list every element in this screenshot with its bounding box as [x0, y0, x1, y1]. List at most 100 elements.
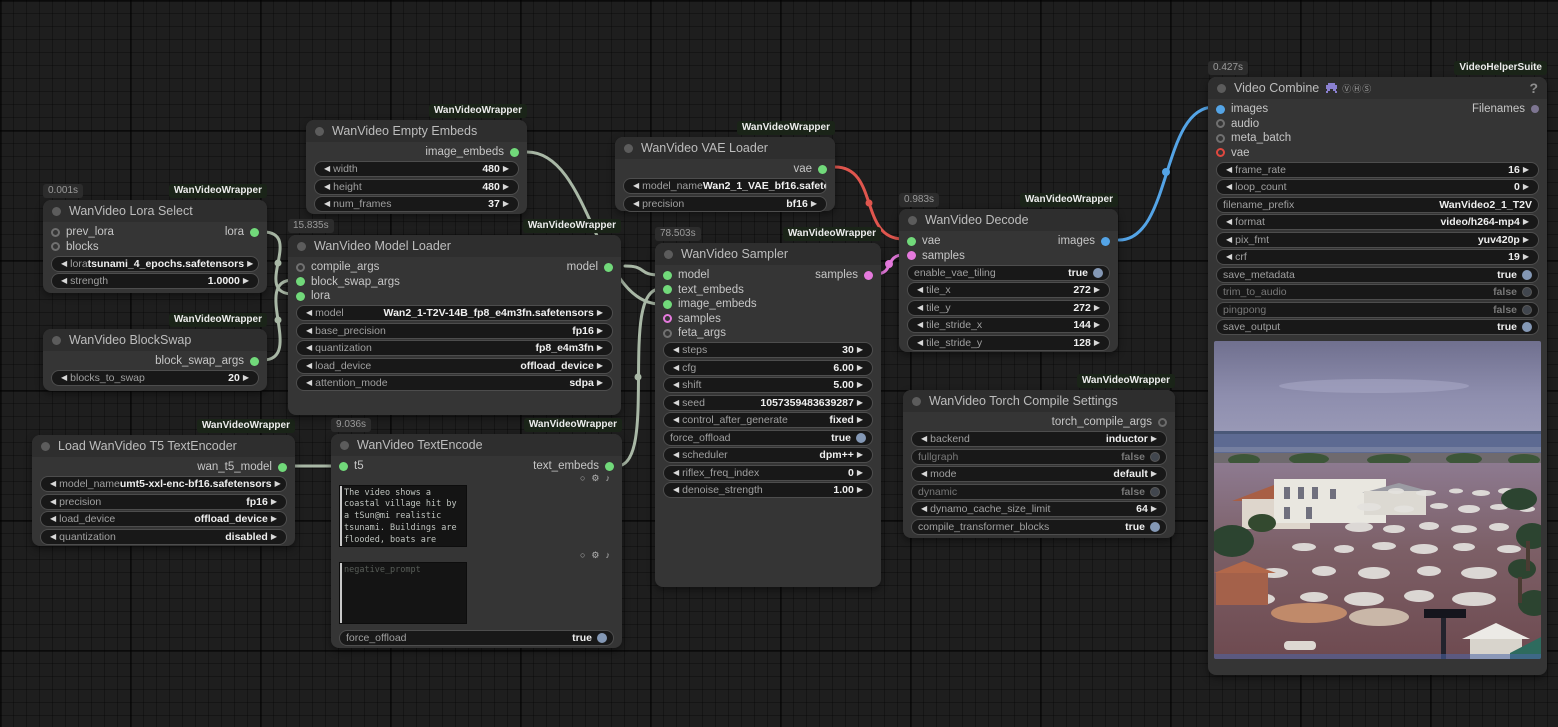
node-title-bar[interactable]: WanVideo Decode: [899, 209, 1118, 231]
widget-backend[interactable]: ◀ backend inductor ▶: [911, 431, 1167, 447]
toggle-dot[interactable]: [597, 633, 607, 643]
help-icon[interactable]: ?: [1529, 80, 1538, 96]
widget-model-name[interactable]: ◀ model_name umt5-xxl-enc-bf16.safetenso…: [40, 476, 287, 492]
node-title-bar[interactable]: WanVideo Torch Compile Settings: [903, 390, 1175, 412]
increment-arrow-icon[interactable]: ▶: [1094, 304, 1100, 312]
input-slot-prev-lora[interactable]: prev_lora: [51, 226, 114, 238]
decrement-arrow-icon[interactable]: ◀: [917, 321, 923, 329]
output-slot-vae[interactable]: vae: [793, 163, 827, 175]
increment-arrow-icon[interactable]: ▶: [857, 416, 863, 424]
increment-arrow-icon[interactable]: ▶: [243, 277, 249, 285]
collapse-dot[interactable]: [624, 144, 633, 153]
output-slot-samples[interactable]: samples: [815, 269, 873, 281]
decrement-arrow-icon[interactable]: ◀: [633, 200, 639, 208]
decrement-arrow-icon[interactable]: ◀: [921, 505, 927, 513]
decrement-arrow-icon[interactable]: ◀: [1226, 166, 1232, 174]
input-slot-lora[interactable]: lora: [296, 290, 330, 302]
widget-filename-prefix[interactable]: filename_prefix WanVideo2_1_T2V: [1216, 197, 1539, 213]
widget-dynamo-cache-size-limit[interactable]: ◀ dynamo_cache_size_limit 64 ▶: [911, 501, 1167, 517]
widget-base-precision[interactable]: ◀ base_precision fp16 ▶: [296, 323, 613, 339]
node-title-bar[interactable]: WanVideo VAE Loader: [615, 137, 835, 159]
toggle-dot[interactable]: [1093, 268, 1103, 278]
widget-height[interactable]: ◀ height 480 ▶: [314, 179, 519, 195]
widget-tile-y[interactable]: ◀ tile_y 272 ▶: [907, 300, 1110, 316]
increment-arrow-icon[interactable]: ▶: [1094, 286, 1100, 294]
widget-enable-vae-tiling[interactable]: enable_vae_tiling true: [907, 265, 1110, 281]
widget-tile-stride-y[interactable]: ◀ tile_stride_y 128 ▶: [907, 335, 1110, 351]
increment-arrow-icon[interactable]: ▶: [503, 183, 509, 191]
decrement-arrow-icon[interactable]: ◀: [917, 339, 923, 347]
increment-arrow-icon[interactable]: ▶: [503, 200, 509, 208]
decrement-arrow-icon[interactable]: ◀: [50, 533, 56, 541]
widget-blocks-to-swap[interactable]: ◀ blocks_to_swap 20 ▶: [51, 370, 259, 386]
decrement-arrow-icon[interactable]: ◀: [673, 486, 679, 494]
widget-attention-mode[interactable]: ◀ attention_mode sdpa ▶: [296, 375, 613, 391]
input-slot-samples[interactable]: samples: [907, 250, 965, 262]
decrement-arrow-icon[interactable]: ◀: [673, 451, 679, 459]
increment-arrow-icon[interactable]: ▶: [271, 498, 277, 506]
increment-arrow-icon[interactable]: ▶: [1523, 236, 1529, 244]
collapse-dot[interactable]: [297, 242, 306, 251]
widget-quantization[interactable]: ◀ quantization fp8_e4m3fn ▶: [296, 340, 613, 356]
decrement-arrow-icon[interactable]: ◀: [61, 374, 67, 382]
increment-arrow-icon[interactable]: ▶: [597, 362, 603, 370]
speaker-icon[interactable]: ♪: [606, 474, 611, 483]
collapse-dot[interactable]: [52, 336, 61, 345]
widget-precision[interactable]: ◀ precision fp16 ▶: [40, 494, 287, 510]
increment-arrow-icon[interactable]: ▶: [271, 533, 277, 541]
widget-scheduler[interactable]: ◀ scheduler dpm++ ▶: [663, 447, 873, 463]
output-slot-wan-t5-model[interactable]: wan_t5_model: [197, 461, 287, 473]
input-slot-blocks[interactable]: blocks: [51, 241, 99, 253]
increment-arrow-icon[interactable]: ▶: [597, 327, 603, 335]
input-slot-audio[interactable]: audio: [1216, 118, 1259, 130]
decrement-arrow-icon[interactable]: ◀: [50, 480, 56, 488]
widget-model[interactable]: ◀ model Wan2_1-T2V-14B_fp8_e4m3fn.safete…: [296, 305, 613, 321]
positive-prompt-textarea[interactable]: The video shows a coastal village hit by…: [339, 485, 467, 547]
increment-arrow-icon[interactable]: ▶: [857, 486, 863, 494]
toggle-dot[interactable]: [1522, 287, 1532, 297]
decrement-arrow-icon[interactable]: ◀: [306, 362, 312, 370]
widget-steps[interactable]: ◀ steps 30 ▶: [663, 342, 873, 358]
increment-arrow-icon[interactable]: ▶: [857, 364, 863, 372]
output-slot-image-embeds[interactable]: image_embeds: [425, 146, 519, 158]
decrement-arrow-icon[interactable]: ◀: [61, 277, 67, 285]
widget-num-frames[interactable]: ◀ num_frames 37 ▶: [314, 196, 519, 212]
decrement-arrow-icon[interactable]: ◀: [633, 182, 639, 190]
widget-frame-rate[interactable]: ◀ frame_rate 16 ▶: [1216, 162, 1539, 178]
toggle-dot[interactable]: [1150, 452, 1160, 462]
input-slot-vae[interactable]: vae: [907, 235, 941, 247]
widget-precision[interactable]: ◀ precision bf16 ▶: [623, 196, 827, 212]
input-slot-t5[interactable]: t5: [339, 460, 364, 472]
decrement-arrow-icon[interactable]: ◀: [1226, 183, 1232, 191]
widget-trim-to-audio[interactable]: trim_to_audio false: [1216, 284, 1539, 300]
widget-compile-transformer-blocks[interactable]: compile_transformer_blocks true: [911, 519, 1167, 535]
widget-riflex-freq-index[interactable]: ◀ riflex_freq_index 0 ▶: [663, 465, 873, 481]
output-slot-block-swap-args[interactable]: block_swap_args: [155, 355, 259, 367]
decrement-arrow-icon[interactable]: ◀: [673, 364, 679, 372]
node-title-bar[interactable]: WanVideo Empty Embeds: [306, 120, 527, 142]
input-slot-text-embeds[interactable]: text_embeds: [663, 284, 744, 296]
node-title-bar[interactable]: WanVideo TextEncode: [331, 434, 622, 456]
widget-tile-x[interactable]: ◀ tile_x 272 ▶: [907, 282, 1110, 298]
widget-force-offload[interactable]: force_offload true: [663, 430, 873, 446]
widget-tile-stride-x[interactable]: ◀ tile_stride_x 144 ▶: [907, 317, 1110, 333]
toggle-dot[interactable]: [1522, 305, 1532, 315]
widget-strength[interactable]: ◀ strength 1.0000 ▶: [51, 273, 259, 289]
widget-shift[interactable]: ◀ shift 5.00 ▶: [663, 377, 873, 393]
decrement-arrow-icon[interactable]: ◀: [306, 344, 312, 352]
decrement-arrow-icon[interactable]: ◀: [50, 498, 56, 506]
collapse-dot[interactable]: [1217, 84, 1226, 93]
widget-load-device[interactable]: ◀ load_device offload_device ▶: [40, 511, 287, 527]
negative-prompt-textarea[interactable]: [339, 562, 467, 624]
node-title-bar[interactable]: Load WanVideo T5 TextEncoder: [32, 435, 295, 457]
decrement-arrow-icon[interactable]: ◀: [306, 379, 312, 387]
decrement-arrow-icon[interactable]: ◀: [1226, 236, 1232, 244]
refresh-icon[interactable]: ○: [580, 474, 585, 483]
comfyui-node-graph-canvas[interactable]: { "icons": { "arrow_left": "◀", "arrow_r…: [0, 0, 1558, 727]
decrement-arrow-icon[interactable]: ◀: [61, 260, 67, 268]
toggle-dot[interactable]: [1522, 322, 1532, 332]
decrement-arrow-icon[interactable]: ◀: [1226, 218, 1232, 226]
input-slot-samples[interactable]: samples: [663, 313, 721, 325]
widget-load-device[interactable]: ◀ load_device offload_device ▶: [296, 358, 613, 374]
input-slot-model[interactable]: model: [663, 269, 709, 281]
